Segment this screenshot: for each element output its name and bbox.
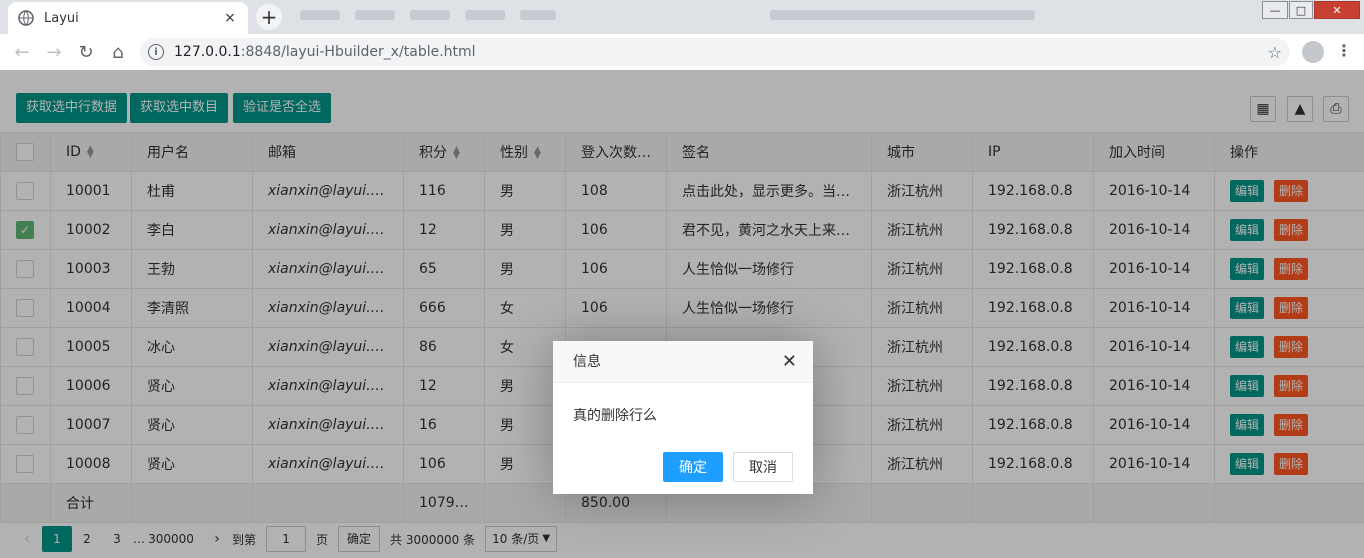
browser-titlebar: Layui × + — □ ✕	[0, 0, 1364, 34]
url-path: :8848/layui-Hbuilder_x/table.html	[240, 44, 476, 60]
browser-tab[interactable]: Layui ×	[8, 2, 248, 34]
forward-icon[interactable]: →	[38, 36, 70, 68]
tab-close-icon[interactable]: ×	[222, 10, 238, 26]
blurred-menu	[300, 10, 340, 20]
tab-title: Layui	[44, 10, 79, 26]
dialog-close-icon[interactable]: ✕	[782, 341, 797, 383]
dialog-message: 真的删除行么	[573, 408, 657, 424]
url-host: 127.0.0.1	[174, 44, 241, 60]
dialog-cancel-button[interactable]: 取消	[733, 452, 793, 482]
dialog-title: 信息	[573, 354, 601, 370]
browser-toolbar: ← → ↻ ⌂ i 127.0.0.1:8848/layui-Hbuilder_…	[0, 34, 1364, 70]
home-icon[interactable]: ⌂	[102, 36, 134, 68]
new-tab-button[interactable]: +	[256, 4, 282, 30]
blurred-menu	[520, 10, 556, 20]
info-icon[interactable]: i	[148, 44, 164, 60]
blurred-menu	[465, 10, 505, 20]
reload-icon[interactable]: ↻	[70, 36, 102, 68]
dialog-ok-button[interactable]: 确定	[663, 452, 723, 482]
minimize-icon[interactable]: —	[1262, 1, 1288, 19]
maximize-icon[interactable]: □	[1289, 1, 1313, 19]
dialog-header: 信息 ✕	[553, 341, 813, 383]
blurred-menu	[410, 10, 450, 20]
address-bar[interactable]: i 127.0.0.1:8848/layui-Hbuilder_x/table.…	[140, 38, 1290, 66]
menu-dots-icon[interactable]: ⋮	[1336, 41, 1352, 60]
blurred-menu	[355, 10, 395, 20]
window-close-icon[interactable]: ✕	[1314, 1, 1360, 19]
back-icon[interactable]: ←	[6, 36, 38, 68]
globe-icon	[18, 10, 34, 26]
profile-avatar-icon[interactable]	[1302, 41, 1324, 63]
confirm-dialog: 信息 ✕ 真的删除行么 确定 取消	[553, 341, 813, 494]
blurred-window-title	[770, 10, 1035, 20]
dialog-footer: 确定 取消	[653, 452, 793, 482]
bookmark-star-icon[interactable]: ☆	[1268, 43, 1282, 62]
